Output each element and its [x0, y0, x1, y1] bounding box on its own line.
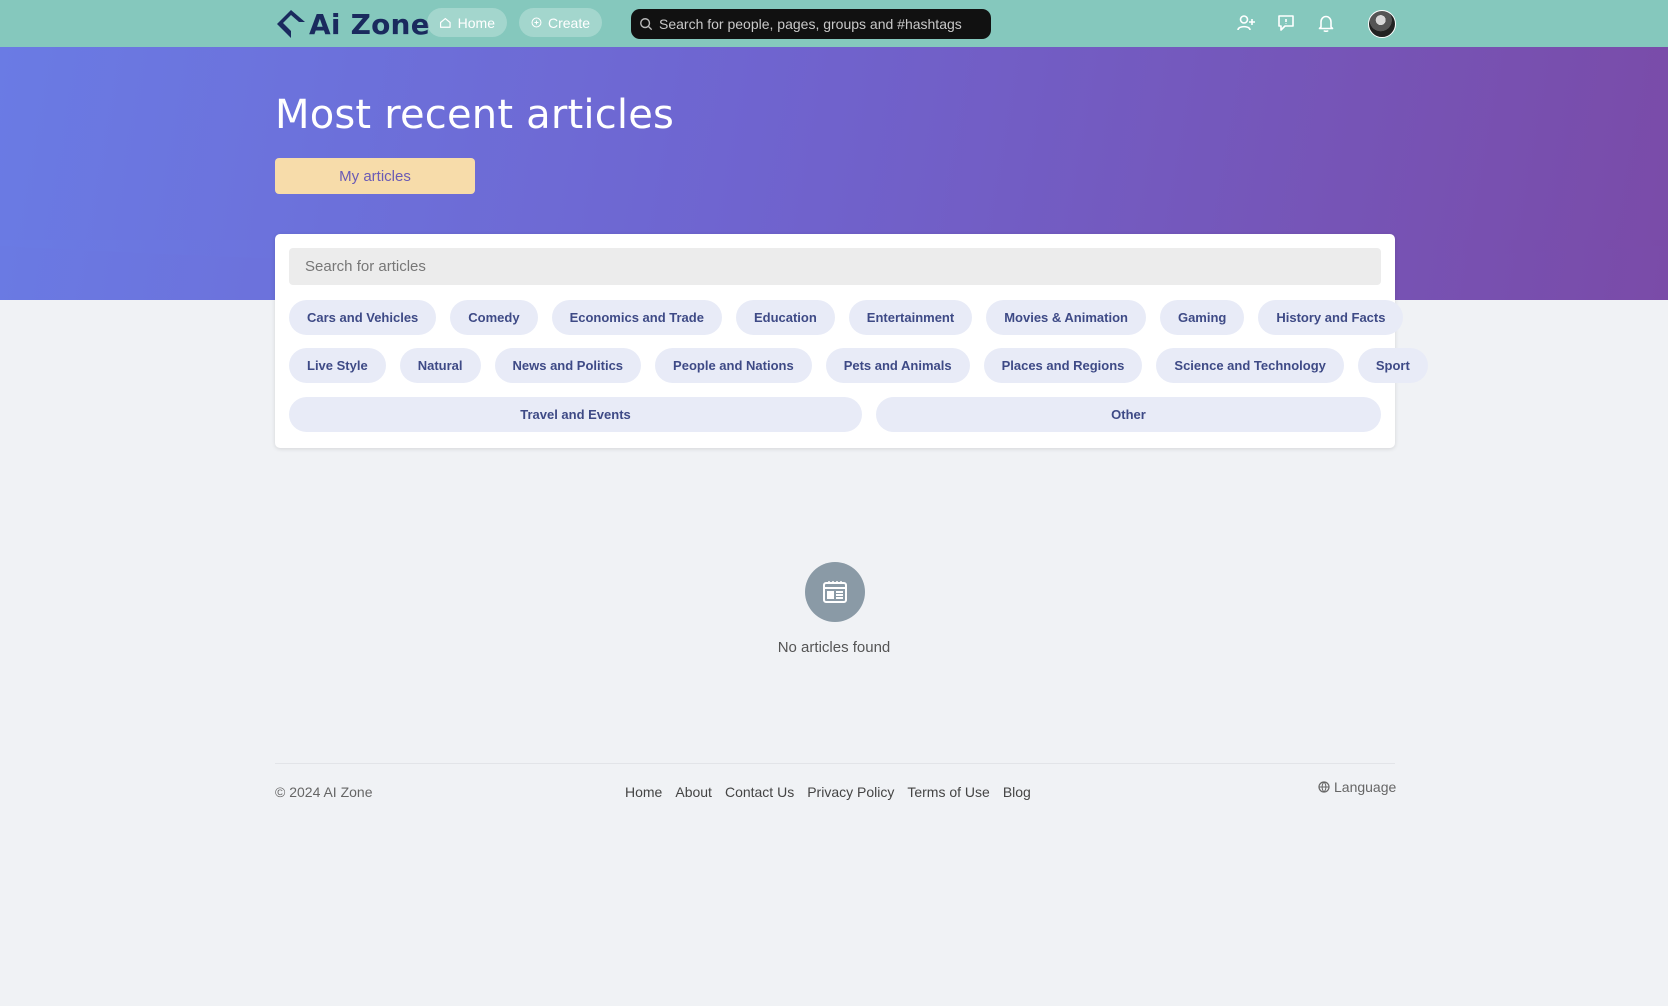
- footer-link-terms[interactable]: Terms of Use: [907, 784, 989, 800]
- category-chip[interactable]: Places and Regions: [983, 348, 1143, 383]
- create-button-label: Create: [547, 14, 590, 31]
- logo[interactable]: Ai Zone: [275, 4, 430, 44]
- home-button-label: Home: [457, 14, 495, 31]
- home-button[interactable]: Home: [427, 8, 507, 37]
- add-user-icon: [1237, 15, 1255, 31]
- footer-links: Home About Contact Us Privacy Policy Ter…: [625, 784, 1031, 800]
- empty-state-message: No articles found: [777, 639, 891, 656]
- category-chip[interactable]: Entertainment: [848, 300, 973, 335]
- footer-divider: [275, 763, 1395, 764]
- category-chip[interactable]: History and Facts: [1258, 300, 1404, 335]
- language-label: Language: [1334, 779, 1397, 795]
- category-row: Live Style Natural News and Politics Peo…: [289, 348, 1428, 383]
- footer-link-home[interactable]: Home: [625, 784, 662, 800]
- empty-state-badge: [805, 562, 865, 622]
- category-chip[interactable]: Movies & Animation: [986, 300, 1146, 335]
- user-avatar[interactable]: [1368, 10, 1396, 38]
- copyright-text: © 2024 AI Zone: [275, 784, 373, 800]
- category-chip[interactable]: Live Style: [289, 348, 386, 383]
- category-row: Travel and Events Other: [289, 397, 1381, 432]
- category-chip[interactable]: Science and Technology: [1156, 348, 1344, 383]
- search-icon: [640, 18, 653, 31]
- page-title: Most recent articles: [275, 92, 675, 138]
- category-chip[interactable]: Pets and Animals: [825, 348, 970, 383]
- home-icon: [439, 17, 451, 28]
- top-navbar: Ai Zone Home Create: [0, 0, 1668, 47]
- category-chip[interactable]: Education: [735, 300, 835, 335]
- category-chip[interactable]: Cars and Vehicles: [289, 300, 437, 335]
- logo-icon: [277, 10, 305, 38]
- category-chip[interactable]: News and Politics: [494, 348, 642, 383]
- category-chip[interactable]: Natural: [399, 348, 481, 383]
- create-button[interactable]: Create: [519, 8, 602, 37]
- article-icon: [823, 581, 847, 603]
- plus-circle-icon: [531, 17, 542, 28]
- category-row: Cars and Vehicles Comedy Economics and T…: [289, 300, 1404, 335]
- category-chip[interactable]: Gaming: [1159, 300, 1245, 335]
- messages-button[interactable]: [1275, 12, 1297, 34]
- footer-link-blog[interactable]: Blog: [1003, 784, 1031, 800]
- category-chip[interactable]: Travel and Events: [289, 397, 862, 432]
- article-filter-card: Cars and Vehicles Comedy Economics and T…: [275, 234, 1428, 448]
- language-selector[interactable]: Language: [1318, 779, 1396, 795]
- logo-text: Ai Zone: [309, 7, 430, 41]
- global-search: [631, 9, 991, 39]
- footer-link-contact[interactable]: Contact Us: [725, 784, 794, 800]
- add-user-button[interactable]: [1235, 12, 1257, 34]
- global-search-input[interactable]: [659, 16, 983, 32]
- globe-icon: [1318, 781, 1330, 793]
- my-articles-button[interactable]: My articles: [275, 158, 475, 194]
- category-chip[interactable]: People and Nations: [655, 348, 812, 383]
- category-chip[interactable]: Comedy: [450, 300, 538, 335]
- footer-link-privacy[interactable]: Privacy Policy: [807, 784, 894, 800]
- category-chip[interactable]: Economics and Trade: [551, 300, 722, 335]
- chat-icon: [1278, 15, 1294, 31]
- notifications-button[interactable]: [1315, 12, 1337, 34]
- category-chip[interactable]: Other: [876, 397, 1381, 432]
- footer-link-about[interactable]: About: [675, 784, 712, 800]
- bell-icon: [1318, 15, 1334, 33]
- article-search-input[interactable]: [289, 248, 1381, 285]
- category-chip[interactable]: Sport: [1357, 348, 1428, 383]
